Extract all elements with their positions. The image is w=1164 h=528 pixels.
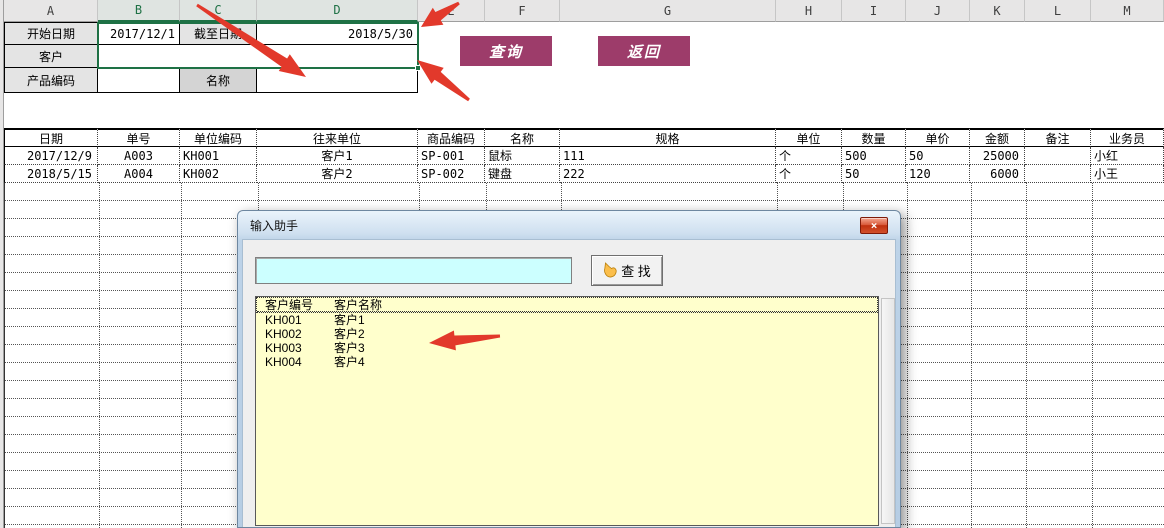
table-cell[interactable]: 25000: [970, 147, 1025, 165]
customer-name: 客户名称: [334, 298, 383, 312]
table-cell[interactable]: 个: [776, 165, 842, 183]
table-cell[interactable]: 222: [560, 165, 776, 183]
table-cell[interactable]: 个: [776, 147, 842, 165]
table-cell[interactable]: KH001: [180, 147, 257, 165]
customer-code: KH001: [265, 313, 302, 327]
table-cell[interactable]: 50: [842, 165, 906, 183]
table-cell[interactable]: 小王: [1091, 165, 1164, 183]
customer-code: 客户编号: [265, 298, 314, 312]
name-label-cell: 名称: [179, 67, 257, 93]
column-header-d[interactable]: D: [257, 0, 418, 22]
table-header-cell[interactable]: 单位: [776, 128, 842, 147]
product-code-value-cell[interactable]: [97, 67, 180, 93]
table-cell[interactable]: 小红: [1091, 147, 1164, 165]
customer-code: KH004: [265, 355, 302, 369]
table-cell[interactable]: 2017/12/9: [4, 147, 98, 165]
column-header-h[interactable]: H: [776, 0, 842, 22]
find-button-label: 查 找: [621, 264, 651, 279]
customer-name: 客户1: [334, 313, 365, 327]
start-date-label-cell: 开始日期: [4, 22, 98, 45]
customer-code: KH002: [265, 327, 302, 341]
selection-fill-handle[interactable]: [415, 65, 421, 71]
customer-name: 客户4: [334, 355, 365, 369]
table-header-cell[interactable]: 业务员: [1091, 128, 1164, 147]
column-header-j[interactable]: J: [906, 0, 970, 22]
back-button[interactable]: 返回: [598, 36, 690, 66]
grid-column-line: [181, 183, 182, 528]
column-header-e[interactable]: E: [418, 0, 485, 22]
table-header-cell[interactable]: 往来单位: [257, 128, 418, 147]
customer-label-cell: 客户: [4, 44, 98, 68]
table-header-cell[interactable]: 日期: [4, 128, 98, 147]
list-scrollbar[interactable]: [881, 298, 895, 524]
column-header-a[interactable]: A: [4, 0, 98, 22]
table-header-cell[interactable]: 单号: [98, 128, 180, 147]
product-code-label-cell: 产品编码: [4, 67, 98, 93]
table-header-cell[interactable]: 规格: [560, 128, 776, 147]
query-button[interactable]: 查询: [460, 36, 552, 66]
customer-list-item[interactable]: KH002 客户2: [257, 327, 877, 341]
grid-column-line: [971, 183, 972, 528]
dialog-body: 查 找 客户编号 客户名称 KH001 客户1 KH002 客户2 KH003 客户3 KH00…: [242, 239, 896, 527]
end-date-value-cell[interactable]: 2018/5/30: [256, 22, 418, 45]
table-cell[interactable]: 2018/5/15: [4, 165, 98, 183]
table-cell[interactable]: 鼠标: [485, 147, 560, 165]
customer-listbox[interactable]: 客户编号 客户名称 KH001 客户1 KH002 客户2 KH003 客户3 KH004 客户4: [255, 296, 879, 526]
customer-value-cell[interactable]: [97, 44, 419, 68]
grid-column-line: [1026, 183, 1027, 528]
table-cell[interactable]: 客户2: [257, 165, 418, 183]
pointing-hand-icon: [603, 262, 618, 279]
table-header-cell[interactable]: 商品编码: [418, 128, 485, 147]
column-header-c[interactable]: C: [180, 0, 257, 22]
customer-name: 客户3: [334, 341, 365, 355]
table-cell[interactable]: A004: [98, 165, 180, 183]
column-header-f[interactable]: F: [485, 0, 560, 22]
red-arrow-annotation: [417, 60, 470, 102]
table-cell[interactable]: A003: [98, 147, 180, 165]
column-header-m[interactable]: M: [1091, 0, 1164, 22]
customer-code: KH003: [265, 341, 302, 355]
end-date-label-cell: 截至日期: [179, 22, 257, 45]
customer-list-header: 客户编号 客户名称: [256, 297, 878, 313]
customer-list-item[interactable]: KH003 客户3: [257, 341, 877, 355]
table-cell[interactable]: 6000: [970, 165, 1025, 183]
input-assistant-dialog: 输入助手 × 查 找 客户编号 客户名称 KH001 客户1 KH002 客户2 KH003…: [237, 210, 901, 528]
customer-name: 客户2: [334, 327, 365, 341]
table-cell[interactable]: SP-001: [418, 147, 485, 165]
close-icon[interactable]: ×: [860, 217, 888, 234]
customer-list-item[interactable]: KH001 客户1: [257, 313, 877, 327]
find-button[interactable]: 查 找: [591, 255, 663, 286]
table-cell[interactable]: [1025, 147, 1091, 165]
table-cell[interactable]: 客户1: [257, 147, 418, 165]
table-cell[interactable]: 500: [842, 147, 906, 165]
column-header-g[interactable]: G: [560, 0, 776, 22]
table-cell[interactable]: [1025, 165, 1091, 183]
dialog-title-bar[interactable]: 输入助手: [238, 211, 900, 239]
empty-grid-row: [5, 183, 1164, 201]
start-date-value-cell[interactable]: 2017/12/1: [97, 22, 180, 45]
column-header-b[interactable]: B: [98, 0, 180, 22]
search-input[interactable]: [255, 257, 572, 284]
table-cell[interactable]: 50: [906, 147, 970, 165]
table-cell[interactable]: SP-002: [418, 165, 485, 183]
column-header-k[interactable]: K: [970, 0, 1025, 22]
table-header-cell[interactable]: 数量: [842, 128, 906, 147]
spreadsheet-app: ABCDEFGHIJKLM 开始日期 2017/12/1 截至日期 2018/5…: [0, 0, 1164, 528]
table-cell[interactable]: 120: [906, 165, 970, 183]
table-cell[interactable]: 111: [560, 147, 776, 165]
column-header-i[interactable]: I: [842, 0, 906, 22]
table-cell[interactable]: 键盘: [485, 165, 560, 183]
name-value-cell[interactable]: [256, 67, 418, 93]
column-header-l[interactable]: L: [1025, 0, 1091, 22]
customer-list-item[interactable]: KH004 客户4: [257, 355, 877, 369]
table-header-cell[interactable]: 单位编码: [180, 128, 257, 147]
table-cell[interactable]: KH002: [180, 165, 257, 183]
grid-column-line: [1092, 183, 1093, 528]
table-header-cell[interactable]: 金额: [970, 128, 1025, 147]
table-header-cell[interactable]: 备注: [1025, 128, 1091, 147]
table-header-cell[interactable]: 名称: [485, 128, 560, 147]
table-header-cell[interactable]: 单价: [906, 128, 970, 147]
grid-column-line: [99, 183, 100, 528]
grid-column-line: [907, 183, 908, 528]
